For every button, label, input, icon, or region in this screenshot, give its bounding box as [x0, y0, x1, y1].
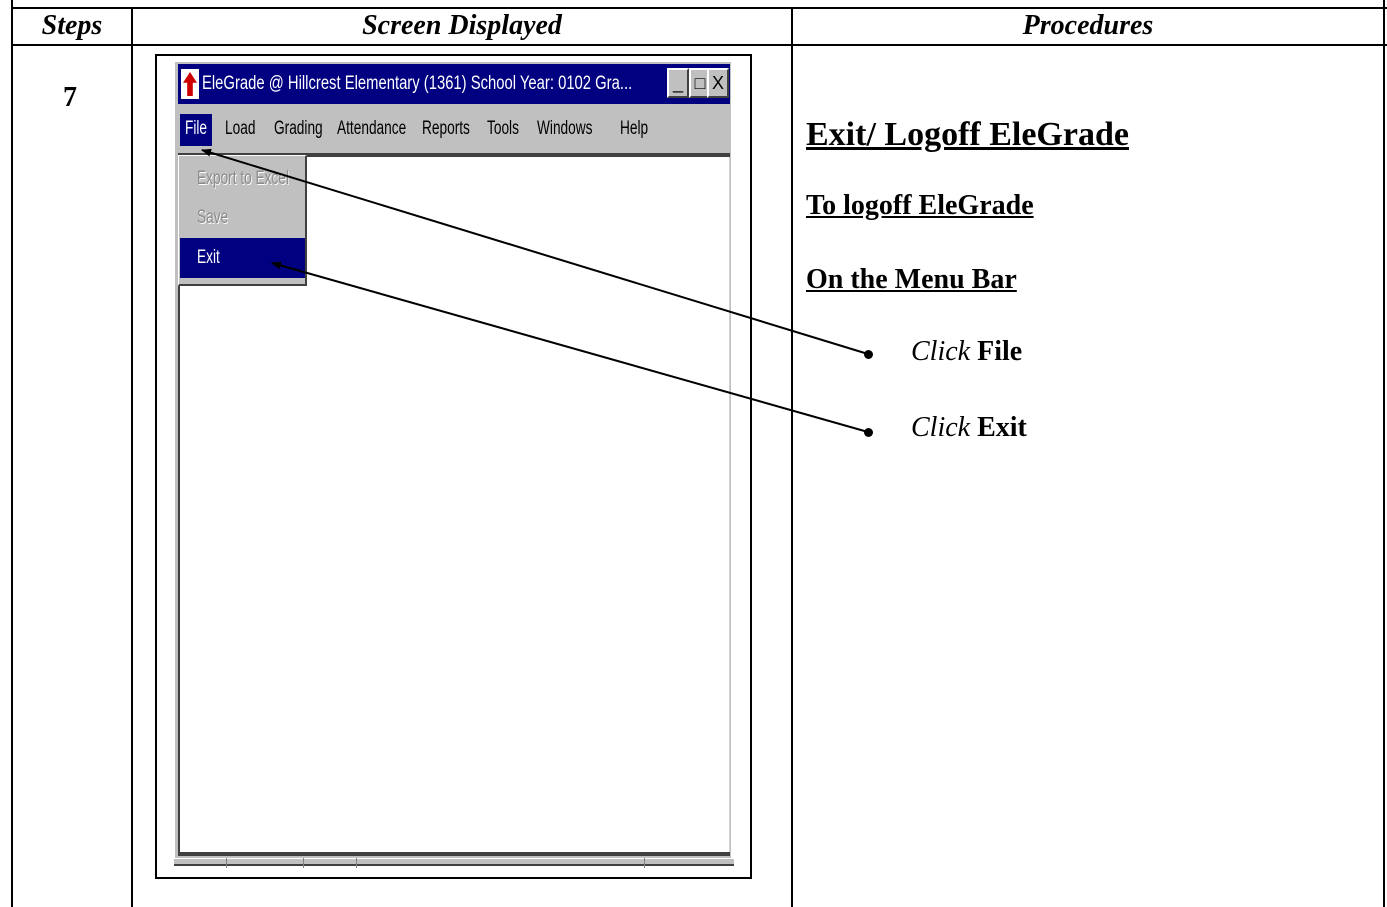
- arrow-to-exit-item: [271, 261, 869, 433]
- arrow-to-file-menu: [201, 148, 869, 355]
- callout-arrows: [201, 148, 869, 433]
